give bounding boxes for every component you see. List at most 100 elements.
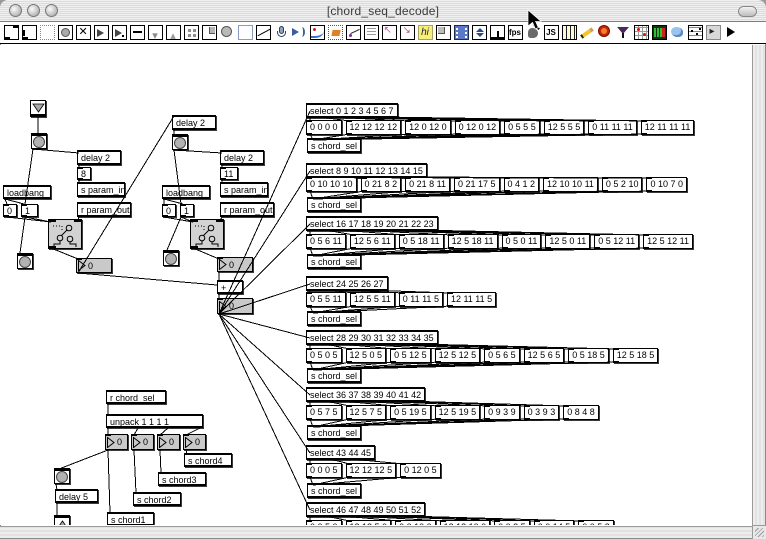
message-box[interactable]: 0 — [3, 204, 17, 217]
loadbang-object[interactable]: loadbang — [3, 185, 51, 199]
send-object[interactable]: s chord2 — [133, 492, 181, 506]
incdec-icon[interactable] — [470, 24, 488, 42]
select-object[interactable]: select 16 17 18 19 20 21 22 23 — [306, 216, 438, 231]
chord-message-box[interactable]: 12 12 10 0 — [439, 520, 491, 525]
chord-message-box[interactable]: 0 0 10 0 — [395, 520, 436, 525]
send-object[interactable]: s chord_sel — [307, 138, 362, 153]
chord-message-box[interactable]: 12 10 10 11 — [543, 177, 598, 192]
comment-box-icon[interactable] — [38, 24, 56, 42]
line-ramp-icon[interactable] — [344, 24, 362, 42]
chord-message-box[interactable]: 0 10 10 10 — [306, 177, 357, 192]
hslider-icon[interactable] — [128, 24, 146, 42]
chord-message-box[interactable]: 0 5 0 11 — [501, 234, 542, 249]
panel-icon[interactable] — [236, 24, 254, 42]
chord-message-box[interactable]: 0 8 4 8 — [563, 405, 599, 420]
vertical-scrollbar[interactable] — [752, 45, 765, 525]
uslider-icon[interactable] — [164, 24, 182, 42]
chord-message-box[interactable]: 0 5 5 5 — [504, 120, 540, 135]
select-object[interactable]: select 24 25 26 27 — [306, 276, 388, 291]
receive-object[interactable]: r param_out — [220, 202, 274, 217]
target-icon[interactable] — [596, 24, 614, 42]
chord-message-box[interactable]: 12 5 6 11 — [349, 234, 395, 249]
pwindow-icon[interactable] — [668, 24, 686, 42]
chord-message-box[interactable]: 12 11 11 11 — [640, 120, 695, 135]
message-box[interactable]: 0 — [162, 204, 176, 217]
send-object[interactable]: s chord_sel — [307, 254, 362, 269]
bang-button[interactable] — [17, 253, 33, 269]
chord-message-box[interactable]: 12 5 7 5 — [345, 405, 387, 420]
number-box[interactable]: 0 — [157, 434, 180, 450]
chord-message-box[interactable]: 0 5 0 5 — [306, 348, 342, 363]
chord-message-box[interactable]: 12 12 12 5 — [345, 463, 397, 478]
meter-icon[interactable] — [650, 24, 668, 42]
send-object[interactable]: s chord3 — [158, 472, 206, 486]
number-box[interactable]: 0 — [217, 257, 253, 272]
message-box[interactable]: 1 — [180, 204, 194, 217]
chord-message-box[interactable]: 12 5 18 11 — [447, 234, 498, 249]
message-box[interactable]: 1 — [21, 204, 38, 217]
preset-icon[interactable] — [182, 24, 200, 42]
send-object[interactable]: s chord4 — [184, 453, 232, 467]
patcher-canvas[interactable]: delay 2 8 s param_in loadbang 0 1 r para… — [0, 45, 752, 525]
export-arrow-icon[interactable] — [704, 24, 722, 42]
adc-icon[interactable] — [272, 24, 290, 42]
chord-message-box[interactable]: 12 11 11 5 — [446, 292, 497, 307]
delay-object[interactable]: delay 2 — [77, 150, 121, 165]
chord-message-box[interactable]: 12 5 12 11 — [643, 234, 693, 249]
send-object[interactable]: s chord_sel — [307, 197, 362, 212]
fps-icon[interactable]: fps — [506, 24, 524, 42]
number-box[interactable]: 0 — [183, 434, 206, 450]
filmstrip-icon[interactable] — [452, 24, 470, 42]
dac-icon[interactable] — [290, 24, 308, 42]
chord-message-box[interactable]: 12 5 19 5 — [434, 405, 481, 420]
chord-message-box[interactable]: 12 5 0 11 — [545, 234, 591, 249]
chord-message-box[interactable]: 0 3 9 3 — [523, 405, 560, 420]
kslider-icon[interactable] — [560, 24, 578, 42]
matrix-pin-icon[interactable] — [398, 24, 416, 42]
delay-object[interactable]: delay 2 — [220, 150, 264, 165]
resize-grip[interactable] — [752, 525, 766, 539]
horizontal-scrollbar[interactable] — [0, 526, 752, 538]
send-object[interactable]: s param_in — [220, 182, 269, 197]
hint-icon[interactable]: hi — [416, 24, 434, 42]
toggle-icon[interactable] — [74, 24, 92, 42]
float-number-box-icon[interactable] — [110, 24, 128, 42]
send-object[interactable]: s chord_sel — [307, 368, 362, 383]
dropfile-icon[interactable] — [326, 24, 344, 42]
number-box[interactable]: 0 — [76, 258, 112, 273]
more-arrow-icon[interactable] — [722, 24, 740, 42]
number-box-icon[interactable] — [92, 24, 110, 42]
chord-message-box[interactable]: 0 5 2 10 — [601, 177, 643, 192]
chord-message-box[interactable]: 12 5 18 5 — [612, 348, 659, 363]
tab-strip-icon[interactable] — [488, 24, 506, 42]
bang-button[interactable] — [172, 134, 188, 150]
chord-message-box[interactable]: 0 21 8 2 — [360, 177, 402, 192]
chord-message-box[interactable]: 0 5 7 5 — [306, 405, 342, 420]
chord-message-box[interactable]: 0 0 2 5 — [494, 520, 530, 525]
number-box[interactable]: 0 — [131, 434, 154, 450]
chord-message-box[interactable]: 0 5 5 11 — [306, 292, 346, 307]
chord-message-box[interactable]: 12 5 5 5 — [543, 120, 585, 135]
chord-message-box[interactable]: 0 5 18 11 — [398, 234, 444, 249]
textedit-icon[interactable] — [362, 24, 380, 42]
unpack-object[interactable]: unpack 1 1 1 1 — [106, 414, 203, 428]
js-icon[interactable]: JS — [542, 24, 560, 42]
chord-message-box[interactable]: 0 21 8 11 — [405, 177, 450, 192]
number-box[interactable]: 0 — [105, 434, 128, 450]
swatch-glass-icon[interactable] — [614, 24, 632, 42]
message-box[interactable]: 11 — [220, 167, 238, 180]
message-box[interactable]: 8 — [77, 167, 91, 180]
chord-message-box[interactable]: 0 12 0 12 — [454, 120, 501, 135]
dial-icon[interactable] — [218, 24, 236, 42]
chord-message-box[interactable]: 12 0 12 0 — [405, 120, 451, 135]
inlet-object[interactable] — [30, 100, 46, 117]
chord-message-box[interactable]: 0 0 5 2 — [578, 520, 614, 525]
receive-object[interactable]: r param_out — [77, 202, 131, 217]
delay-object[interactable]: delay 2 — [172, 115, 216, 130]
select-object[interactable]: select 46 47 48 49 50 51 52 — [306, 502, 426, 517]
chord-message-box[interactable]: 12 5 0 5 — [345, 348, 387, 363]
chord-message-box[interactable]: 0 4 1 2 — [503, 177, 540, 192]
receive-object[interactable]: r chord_sel — [106, 390, 166, 404]
select-object[interactable]: select 28 29 30 31 32 33 34 35 — [306, 330, 438, 345]
outlet-object[interactable] — [54, 515, 70, 525]
